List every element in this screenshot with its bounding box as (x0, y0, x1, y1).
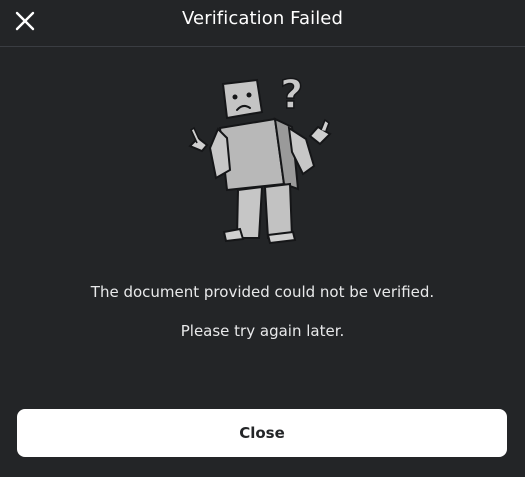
verification-failed-modal: Verification Failed ? The document provi… (0, 0, 525, 477)
question-mark-icon: ? (279, 72, 304, 119)
retry-message: Please try again later. (180, 322, 345, 340)
error-message: The document provided could not be verif… (90, 283, 435, 301)
svg-text:?: ? (280, 72, 303, 118)
modal-title: Verification Failed (182, 8, 343, 29)
confused-avatar-illustration: ? (188, 72, 332, 245)
close-button[interactable]: Close (17, 409, 507, 457)
modal-header: Verification Failed (0, 0, 525, 47)
